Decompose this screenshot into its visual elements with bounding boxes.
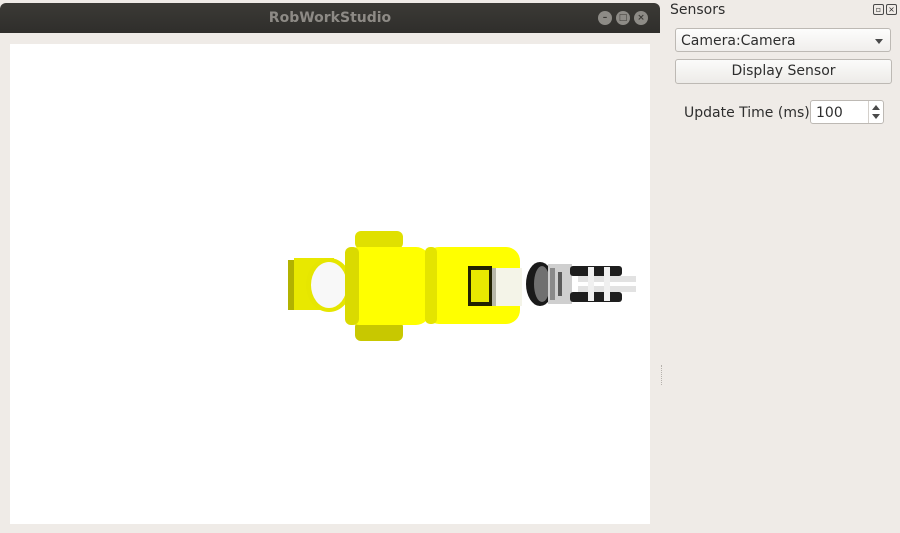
- update-time-label: Update Time (ms): [684, 105, 810, 121]
- robot-render: [288, 231, 636, 341]
- close-icon[interactable]: ×: [886, 4, 897, 15]
- dock-title: Sensors: [670, 2, 726, 18]
- chevron-down-icon: [875, 39, 883, 44]
- update-time-value: 100: [816, 105, 843, 121]
- robot-base: [288, 258, 352, 312]
- robot-gripper: [526, 262, 636, 306]
- robot-shoulder: [345, 231, 430, 341]
- window-title: RobWorkStudio: [268, 10, 392, 26]
- spin-up-icon[interactable]: [872, 105, 880, 110]
- display-sensor-button[interactable]: Display Sensor: [675, 59, 892, 84]
- float-icon[interactable]: ▫: [873, 4, 884, 15]
- sensor-view-window: RobWorkStudio – □ ×: [0, 3, 660, 533]
- sensor-select-value: Camera:Camera: [681, 33, 796, 49]
- maximize-icon[interactable]: □: [616, 11, 630, 25]
- sensor-select[interactable]: Camera:Camera: [675, 28, 891, 52]
- update-time-spinbox[interactable]: 100: [810, 100, 884, 124]
- window-titlebar[interactable]: RobWorkStudio – □ ×: [0, 3, 660, 33]
- minimize-icon[interactable]: –: [598, 11, 612, 25]
- camera-view[interactable]: [10, 44, 650, 524]
- sensors-dock: Sensors ▫ × Camera:Camera Display Sensor…: [663, 0, 900, 533]
- close-icon[interactable]: ×: [634, 11, 648, 25]
- robot-arm-link: [425, 247, 522, 324]
- spin-down-icon[interactable]: [872, 114, 880, 119]
